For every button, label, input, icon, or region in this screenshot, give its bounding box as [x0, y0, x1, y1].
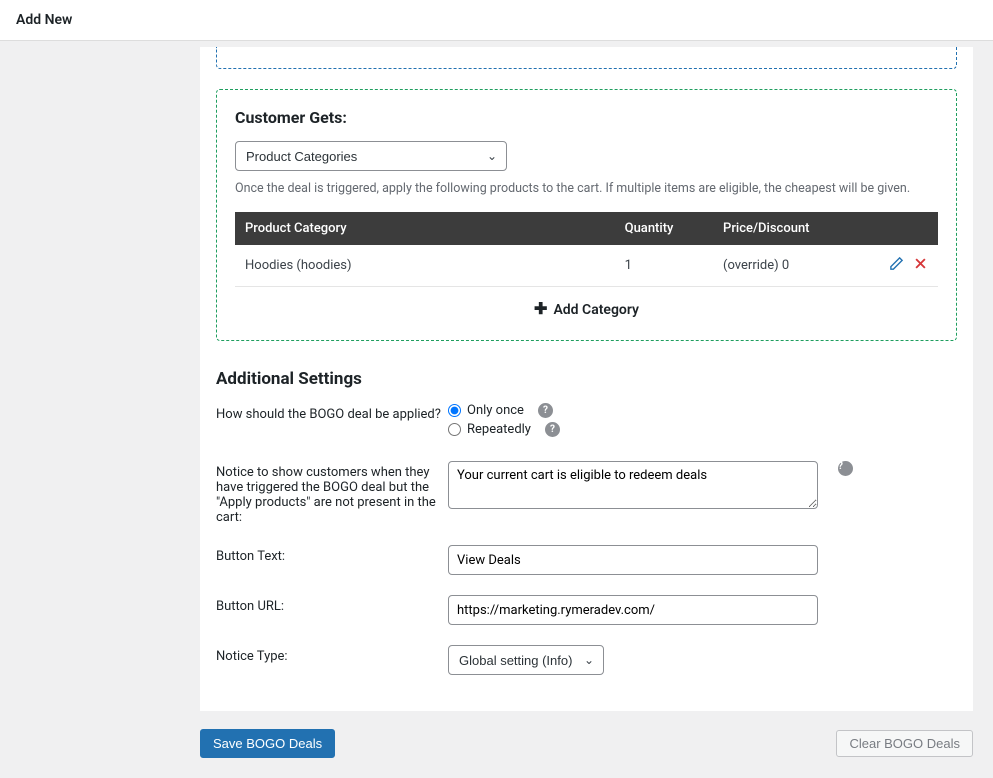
field-notice-type: Global setting (Info) ⌄: [448, 645, 957, 675]
add-category-button[interactable]: ✚ Add Category: [235, 287, 938, 318]
label-apply-mode: How should the BOGO deal be applied?: [216, 403, 448, 422]
help-icon[interactable]: ?: [545, 422, 560, 437]
cell-quantity: 1: [615, 245, 713, 287]
topbar: Add New: [0, 0, 993, 41]
cell-category: Hoodies (hoodies): [235, 245, 615, 287]
plus-icon: ✚: [534, 299, 547, 318]
table-row: Hoodies (hoodies) 1 (override) 0: [235, 245, 938, 287]
cell-price: (override) 0: [713, 245, 868, 287]
field-notice: ?: [448, 461, 957, 509]
category-type-select-wrap: Product Categories ⌄: [235, 141, 507, 171]
clear-button[interactable]: Clear BOGO Deals: [836, 730, 973, 757]
notice-textarea[interactable]: [448, 461, 818, 509]
category-type-select[interactable]: Product Categories: [235, 141, 507, 171]
help-icon[interactable]: ?: [538, 403, 553, 418]
add-category-label: Add Category: [553, 302, 639, 318]
field-button-url: [448, 595, 957, 625]
customer-buys-box-edge: [216, 47, 957, 69]
help-icon[interactable]: ?: [838, 461, 853, 476]
button-text-input[interactable]: [448, 545, 818, 575]
col-header-quantity: Quantity: [615, 212, 713, 245]
delete-icon[interactable]: [913, 256, 928, 275]
field-apply-mode: Only once ? Repeatedly ?: [448, 403, 957, 441]
label-button-text: Button Text:: [216, 545, 448, 564]
content-panel: Customer Gets: Product Categories ⌄ Once…: [200, 47, 973, 711]
col-header-category: Product Category: [235, 212, 615, 245]
footer-bar: Save BOGO Deals Clear BOGO Deals: [200, 729, 973, 758]
row-button-text: Button Text:: [216, 545, 957, 575]
label-button-url: Button URL:: [216, 595, 448, 614]
main-area: Customer Gets: Product Categories ⌄ Once…: [0, 47, 993, 778]
field-button-text: [448, 545, 957, 575]
row-notice: Notice to show customers when they have …: [216, 461, 957, 525]
customer-gets-title: Customer Gets:: [235, 108, 938, 127]
col-header-price: Price/Discount: [713, 212, 868, 245]
additional-settings-title: Additional Settings: [216, 369, 957, 389]
radio-only-once[interactable]: [448, 404, 461, 417]
category-table: Product Category Quantity Price/Discount…: [235, 212, 938, 287]
row-button-url: Button URL:: [216, 595, 957, 625]
row-apply-mode: How should the BOGO deal be applied? Onl…: [216, 403, 957, 441]
customer-gets-help: Once the deal is triggered, apply the fo…: [235, 181, 938, 196]
cell-actions: [868, 245, 938, 287]
label-notice-type: Notice Type:: [216, 645, 448, 664]
notice-type-select[interactable]: Global setting (Info): [448, 645, 604, 675]
edit-icon[interactable]: [889, 256, 904, 275]
save-button[interactable]: Save BOGO Deals: [200, 729, 335, 758]
radio-only-once-label: Only once: [467, 403, 524, 418]
radio-repeatedly-label: Repeatedly: [467, 422, 531, 437]
button-url-input[interactable]: [448, 595, 818, 625]
col-header-actions: [868, 212, 938, 245]
page-title: Add New: [16, 12, 977, 28]
row-notice-type: Notice Type: Global setting (Info) ⌄: [216, 645, 957, 675]
radio-repeatedly[interactable]: [448, 423, 461, 436]
customer-gets-box: Customer Gets: Product Categories ⌄ Once…: [216, 89, 957, 341]
label-notice: Notice to show customers when they have …: [216, 461, 448, 525]
